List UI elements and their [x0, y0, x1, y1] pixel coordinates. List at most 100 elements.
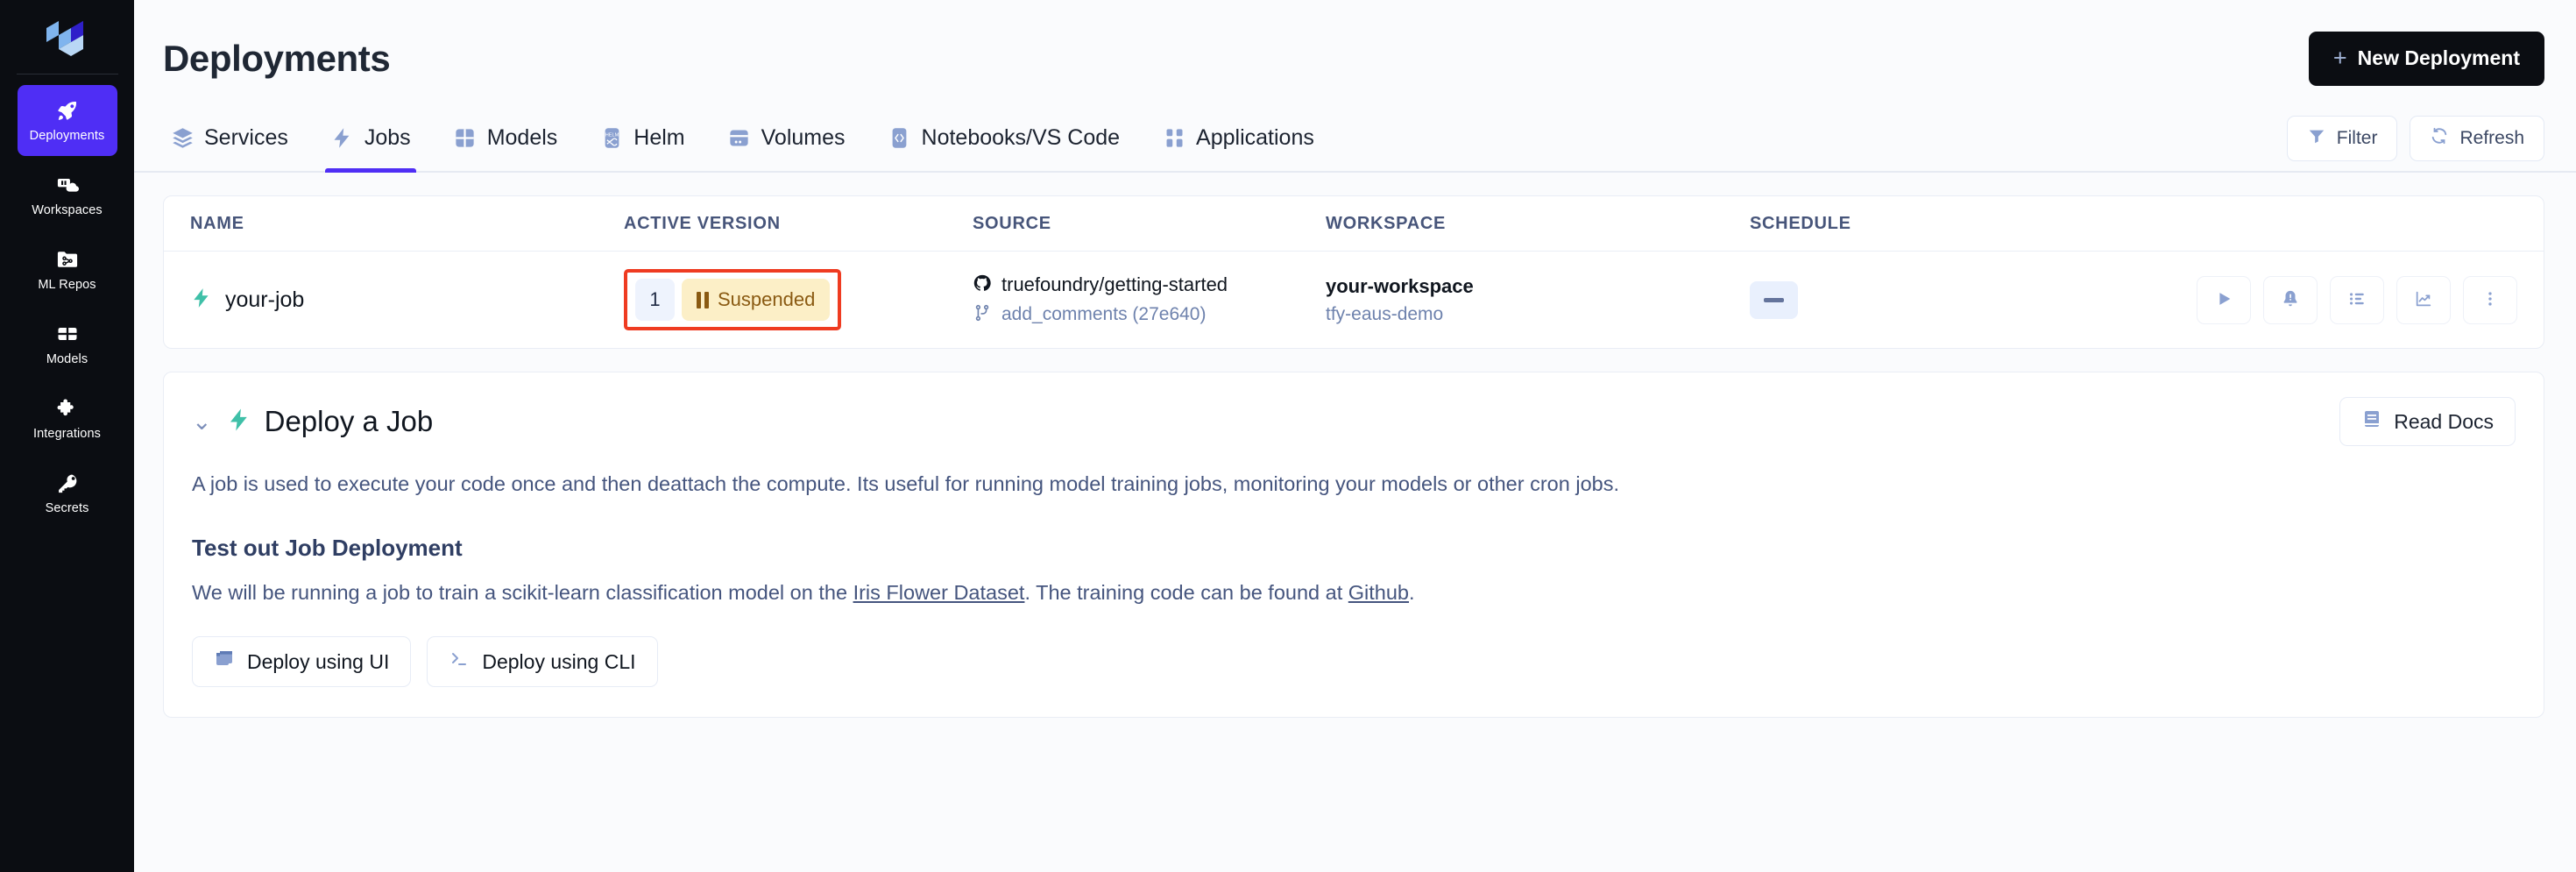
github-icon [973, 273, 992, 297]
new-deployment-button[interactable]: + New Deployment [2308, 31, 2544, 86]
tab-label: Volumes [761, 124, 846, 150]
column-header-version: ACTIVE VERSION [624, 213, 781, 233]
app-root: Deployments Workspaces ML Repos Models I… [0, 0, 2576, 872]
panel-title-label: Deploy a Job [264, 405, 434, 437]
cell-source: truefoundry/getting-started add_comments [973, 273, 1326, 327]
status-badge[interactable]: Suspended [682, 279, 831, 321]
panel-title: ⌄ Deploy a Job [192, 405, 433, 438]
main-area: Deployments + New Deployment Services Jo… [134, 0, 2576, 872]
page-header: Deployments + New Deployment [134, 0, 2576, 117]
sidebar-item-secrets[interactable]: Secrets [18, 457, 117, 528]
job-name[interactable]: your-job [190, 287, 624, 314]
filter-button[interactable]: Filter [2286, 116, 2398, 161]
lightning-icon [330, 125, 355, 150]
grid-icon [453, 125, 478, 150]
source-repo[interactable]: truefoundry/getting-started [973, 273, 1326, 297]
layers-icon [170, 125, 195, 150]
source-branch-label: add_comments (27e640) [1001, 304, 1207, 324]
status-label: Suspended [718, 288, 816, 310]
cell-actions [2141, 275, 2517, 324]
cell-schedule [1750, 280, 2141, 319]
tab-services[interactable]: Services [163, 117, 309, 171]
filter-label: Filter [2336, 128, 2378, 148]
tab-label: Helm [633, 124, 685, 150]
sidebar-item-workspaces[interactable]: Workspaces [18, 160, 117, 230]
chevron-down-icon[interactable]: ⌄ [192, 409, 212, 434]
truefoundry-logo[interactable] [43, 12, 92, 67]
filter-icon [2307, 126, 2326, 151]
deploy-using-cli-label: Deploy using CLI [482, 649, 636, 673]
apps-icon [1162, 125, 1186, 150]
source-repo-label: truefoundry/getting-started [1001, 273, 1228, 295]
refresh-icon [2430, 126, 2449, 151]
key-icon [55, 471, 80, 495]
list-icon [2347, 289, 2367, 311]
sidebar-item-label: Workspaces [32, 203, 103, 217]
sidebar-item-models[interactable]: Models [18, 308, 117, 379]
ml-repos-icon [55, 247, 80, 272]
helm-icon: HELM [599, 125, 624, 150]
svg-text:HELM: HELM [605, 132, 619, 138]
job-name-label: your-job [225, 287, 305, 312]
tab-bar-actions: Filter Refresh [2286, 116, 2544, 171]
more-vertical-icon [2480, 289, 2500, 311]
cell-workspace: your-workspace tfy-eaus-demo [1326, 275, 1750, 325]
cluster-label[interactable]: tfy-eaus-demo [1326, 304, 1750, 325]
metrics-button[interactable] [2396, 275, 2451, 324]
git-branch-icon [973, 303, 992, 327]
tab-label: Applications [1196, 124, 1314, 150]
logo-icon [46, 21, 83, 56]
source-branch[interactable]: add_comments (27e640) [973, 303, 1326, 327]
sidebar-item-integrations[interactable]: Integrations [18, 383, 117, 454]
cell-name: your-job [190, 287, 624, 314]
line-suffix: . [1409, 581, 1415, 604]
sidebar-item-ml-repos[interactable]: ML Repos [18, 234, 117, 305]
refresh-button[interactable]: Refresh [2410, 116, 2544, 161]
terminal-icon [449, 649, 470, 675]
table-header-row: NAME ACTIVE VERSION SOURCE WORKSPACE SCH… [164, 196, 2544, 252]
tab-volumes[interactable]: Volumes [706, 117, 867, 171]
refresh-label: Refresh [2459, 128, 2524, 148]
version-badge[interactable]: 1 [635, 279, 675, 321]
sidebar: Deployments Workspaces ML Repos Models I… [0, 0, 134, 872]
sidebar-item-label: ML Repos [38, 278, 96, 292]
read-docs-button[interactable]: Read Docs [2339, 397, 2516, 446]
logs-button[interactable] [2330, 275, 2384, 324]
panel-description: A job is used to execute your code once … [192, 472, 1619, 495]
iris-dataset-link[interactable]: Iris Flower Dataset [853, 581, 1025, 604]
panel-body-line: We will be running a job to train a scik… [192, 581, 2516, 605]
tab-label: Notebooks/VS Code [921, 124, 1121, 150]
sidebar-item-label: Secrets [45, 501, 89, 515]
column-header-schedule: SCHEDULE [1750, 213, 1851, 233]
panel-subtitle: Test out Job Deployment [192, 535, 463, 561]
line-prefix: We will be running a job to train a scik… [192, 581, 853, 604]
tab-applications[interactable]: Applications [1141, 117, 1335, 171]
table-row[interactable]: your-job 1 Suspended truefoundry/getting… [164, 252, 2544, 348]
deploy-using-ui-button[interactable]: Deploy using UI [192, 636, 412, 687]
tab-notebooks-vscode[interactable]: Notebooks/VS Code [867, 117, 1142, 171]
panel-header: ⌄ Deploy a Job Read Docs [192, 397, 2516, 446]
github-link[interactable]: Github [1348, 581, 1409, 604]
puzzle-icon [55, 396, 80, 421]
sidebar-item-deployments[interactable]: Deployments [17, 85, 117, 156]
bell-alert-icon [2281, 289, 2300, 311]
tab-label: Models [486, 124, 558, 150]
more-options-button[interactable] [2463, 275, 2517, 324]
tab-jobs[interactable]: Jobs [309, 117, 432, 173]
deploy-button-row: Deploy using UI Deploy using CLI [192, 636, 2516, 687]
sidebar-nav: Deployments Workspaces ML Repos Models I… [0, 85, 134, 528]
tab-models[interactable]: Models [432, 117, 579, 171]
workspace-label: your-workspace [1326, 274, 1474, 297]
sidebar-item-label: Integrations [33, 427, 101, 441]
book-icon [2361, 408, 2382, 435]
deploy-using-cli-button[interactable]: Deploy using CLI [427, 636, 658, 687]
chart-line-icon [2414, 289, 2433, 311]
sidebar-item-label: Models [46, 352, 88, 366]
code-brackets-icon [888, 125, 912, 150]
tab-helm[interactable]: HELM Helm [578, 117, 705, 171]
rocket-icon [55, 98, 80, 123]
column-header-workspace: WORKSPACE [1326, 213, 1447, 233]
alerts-button[interactable] [2263, 275, 2318, 324]
run-job-button[interactable] [2197, 275, 2251, 324]
read-docs-label: Read Docs [2394, 409, 2494, 433]
